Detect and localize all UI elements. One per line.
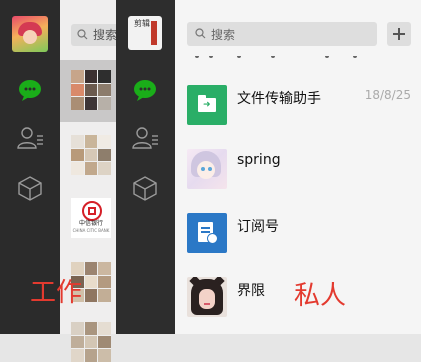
bank-avatar[interactable]: 中信银行 CHINA CITIC BANK [71,198,111,238]
chat-bubble-icon[interactable] [131,76,159,104]
search-placeholder: 搜索 [93,28,118,42]
contacts-icon[interactable] [16,124,44,152]
work-chat-item-selected[interactable] [60,60,116,122]
anime-girl-avatar [187,149,227,189]
bank-name-en: CHINA CITIC BANK [72,228,110,233]
work-annotation-label: 工作 [30,278,83,308]
add-button[interactable] [387,22,411,46]
bank-name: 中信银行 [78,220,103,227]
group-avatar[interactable] [71,135,111,175]
clipped-chat-item [175,56,421,62]
search-placeholder: 搜索 [211,28,236,42]
group-avatar[interactable] [71,322,111,362]
chat-bubble-icon[interactable] [16,76,44,104]
subscription-icon [187,213,227,253]
chat-name: 文件传输助手 [237,91,321,107]
private-search-box[interactable]: 搜索 [187,22,377,46]
cube-icon[interactable] [16,174,44,202]
chat-item-file-transfer[interactable]: ➜ 文件传输助手 18/8/25 [175,85,421,149]
cube-icon[interactable] [131,174,159,202]
private-user-avatar[interactable]: 剪辑 [128,16,162,50]
chat-item-spring[interactable]: spring [175,149,421,213]
chat-name: spring [237,152,281,168]
cat-ear-girl-avatar [187,277,227,317]
group-avatar [71,70,111,110]
private-annotation-label: 私人 [294,281,347,311]
file-transfer-icon: ➜ [187,85,227,125]
contacts-icon[interactable] [131,124,159,152]
chat-name: 订阅号 [237,219,279,235]
search-icon [195,28,206,39]
chat-name: 界限 [237,283,265,299]
chat-item-subscriptions[interactable]: 订阅号 [175,213,421,277]
private-sidebar: 剪辑 [116,0,175,334]
avatar-text: 剪辑 [134,19,150,28]
work-user-avatar[interactable] [12,16,48,52]
search-icon [77,29,88,40]
chat-time: 18/8/25 [364,88,411,102]
